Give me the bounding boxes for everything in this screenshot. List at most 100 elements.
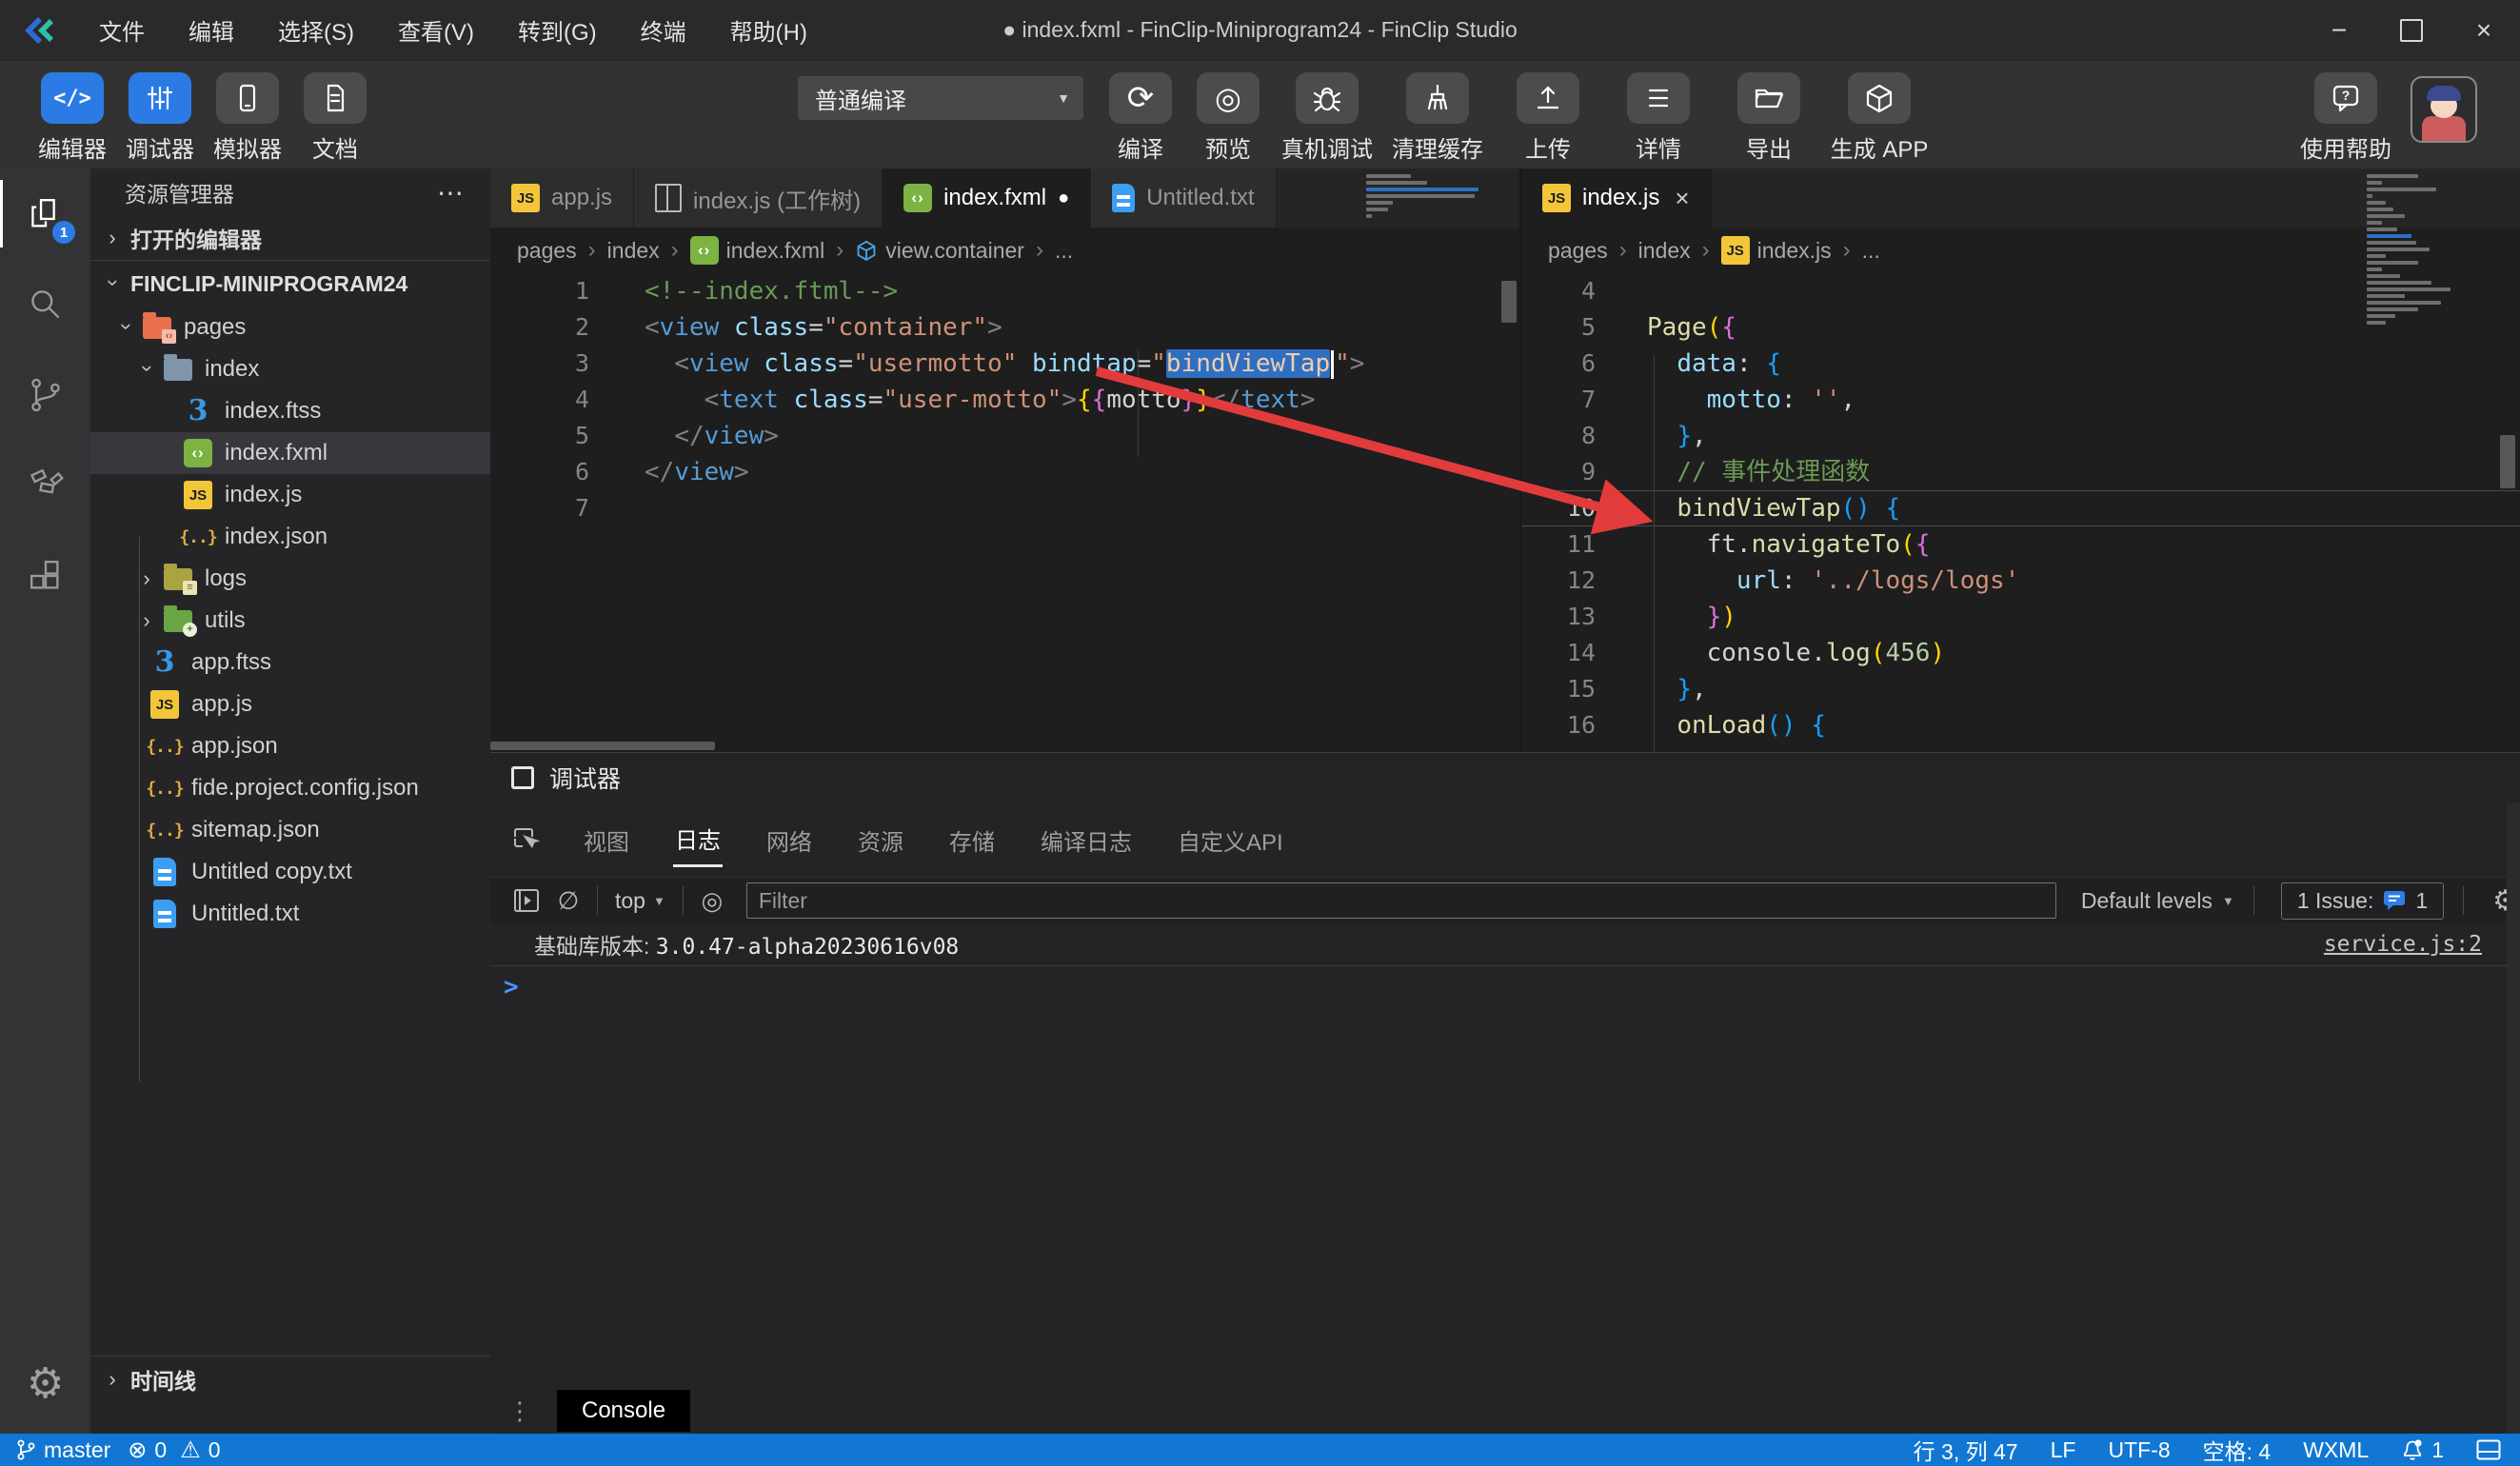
mode-sliders-button[interactable]: 调试器 xyxy=(116,72,204,164)
mode-code-button[interactable]: </>编辑器 xyxy=(29,72,116,164)
tab-index.fxml[interactable]: ‹›index.fxml● xyxy=(883,168,1091,228)
log-source-link[interactable]: service.js:2 xyxy=(2324,932,2482,957)
code-line-14[interactable]: 14 console.log(456) xyxy=(1521,635,2520,671)
mode-phone-button[interactable]: 模拟器 xyxy=(204,72,291,164)
code-line-12[interactable]: 12 url: '../logs/logs' xyxy=(1521,563,2520,599)
breadcrumb-item-pages[interactable]: pages xyxy=(517,238,577,264)
maximize-button[interactable] xyxy=(2375,0,2448,60)
tab-index.js[interactable]: JSindex.js× xyxy=(1521,168,1712,228)
debugger-tab-资源[interactable]: 资源 xyxy=(856,814,905,866)
console-label[interactable]: Console xyxy=(557,1390,690,1432)
tree-item-index[interactable]: ›index xyxy=(90,348,490,390)
tree-item-Untitled.txt[interactable]: Untitled.txt xyxy=(90,893,490,935)
minimap-right[interactable] xyxy=(2367,174,2481,325)
tree-item-sitemap.json[interactable]: {..}sitemap.json xyxy=(90,809,490,851)
code-editor-js[interactable]: 45Page({6 data: {7 motto: '',8 },9 // 事件… xyxy=(1521,273,2520,743)
code-line-6[interactable]: 6 data: { xyxy=(1521,346,2520,382)
code-line-10[interactable]: 10 bindViewTap() { xyxy=(1521,490,2520,526)
action-bug-button[interactable]: 真机调试 xyxy=(1283,72,1371,164)
log-levels-dropdown[interactable]: Default levels ▼ xyxy=(2081,888,2234,914)
user-avatar[interactable] xyxy=(2411,76,2477,143)
activity-components[interactable] xyxy=(0,440,90,530)
status-item-3[interactable]: 空格: 4 xyxy=(2203,1434,2272,1466)
action-upload-button[interactable]: 上传 xyxy=(1504,72,1592,164)
help-button[interactable]: ?使用帮助 xyxy=(2302,72,2390,164)
debugger-tab-自定义API[interactable]: 自定义API xyxy=(1176,814,1285,866)
action-refresh-button[interactable]: ⟳编译 xyxy=(1097,72,1184,164)
menu-编辑[interactable]: 编辑 xyxy=(173,8,249,52)
activity-source-control[interactable] xyxy=(0,349,90,440)
console-sidebar-icon[interactable] xyxy=(506,886,547,915)
breadcrumb-item-index[interactable]: index xyxy=(1638,238,1691,264)
action-box-button[interactable]: 生成 APP xyxy=(1835,72,1923,164)
code-line-11[interactable]: 11 ft.navigateTo({ xyxy=(1521,526,2520,563)
tree-item-app.json[interactable]: {..}app.json xyxy=(90,725,490,767)
tree-item-fide.project.config.json[interactable]: {..}fide.project.config.json xyxy=(90,767,490,809)
code-line-8[interactable]: 8 }, xyxy=(1521,418,2520,454)
debugger-tab-存储[interactable]: 存储 xyxy=(947,814,997,866)
console-prompt-row[interactable]: > xyxy=(490,966,2520,1008)
tree-item-app.ftss[interactable]: 3app.ftss xyxy=(90,642,490,683)
context-dropdown[interactable]: top ▼ xyxy=(605,888,675,914)
tree-item-index.json[interactable]: {..}index.json xyxy=(90,516,490,558)
minimap-left[interactable] xyxy=(1366,174,1490,218)
debugger-tab-编译日志[interactable]: 编译日志 xyxy=(1039,814,1134,866)
debugger-tab-网络[interactable]: 网络 xyxy=(764,814,814,866)
breadcrumb-item-...[interactable]: ... xyxy=(1055,238,1073,264)
minimize-button[interactable]: − xyxy=(2303,0,2375,60)
problems-item[interactable]: ⊗ 0 ⚠ 0 xyxy=(128,1436,220,1464)
code-line-13[interactable]: 13 }) xyxy=(1521,599,2520,635)
code-line-7[interactable]: 7 motto: '', xyxy=(1521,382,2520,418)
close-button[interactable]: × xyxy=(2448,0,2520,60)
menu-选择S[interactable]: 选择(S) xyxy=(263,8,369,52)
menu-查看V[interactable]: 查看(V) xyxy=(383,8,489,52)
notifications-item[interactable]: 1 xyxy=(2401,1437,2444,1463)
menu-文件[interactable]: 文件 xyxy=(84,8,160,52)
code-line-3[interactable]: 3 <view class="usermotto" bindtap="bindV… xyxy=(490,346,1519,382)
explorer-more-icon[interactable]: ⋯ xyxy=(437,177,466,208)
code-line-6[interactable]: 6</view> xyxy=(490,454,1519,490)
timeline-section[interactable]: › 时间线 xyxy=(90,1356,490,1401)
debugger-tab-日志[interactable]: 日志 xyxy=(673,812,723,867)
tree-item-Untitled copy.txt[interactable]: Untitled copy.txt xyxy=(90,851,490,893)
breadcrumb-item-view.container[interactable]: view.container xyxy=(855,238,1024,264)
code-line-15[interactable]: 15 }, xyxy=(1521,671,2520,707)
code-line-4[interactable]: 4 <text class="user-motto">{{motto}}</te… xyxy=(490,382,1519,418)
breadcrumb-item-index.fxml[interactable]: ‹›index.fxml xyxy=(690,236,825,265)
kebab-menu-icon[interactable]: ⋮ xyxy=(507,1397,532,1426)
close-icon[interactable]: × xyxy=(1675,184,1689,213)
code-line-16[interactable]: 16 onLoad() { xyxy=(1521,707,2520,743)
vertical-scrollbar[interactable] xyxy=(2500,435,2515,488)
code-line-2[interactable]: 2<view class="container"> xyxy=(490,309,1519,346)
breadcrumb-left[interactable]: pages›index›‹›index.fxml›view.container›… xyxy=(490,228,1519,273)
vertical-scrollbar[interactable] xyxy=(1501,281,1517,323)
code-line-9[interactable]: 9 // 事件处理函数 xyxy=(1521,454,2520,490)
project-root-section[interactable]: › FINCLIP-MINIPROGRAM24 xyxy=(90,261,490,307)
tree-item-index.ftss[interactable]: 3index.ftss xyxy=(90,390,490,432)
debugger-tab-视图[interactable]: 视图 xyxy=(582,814,631,866)
mode-docpage-button[interactable]: 文档 xyxy=(291,72,379,164)
breadcrumb-item-pages[interactable]: pages xyxy=(1548,238,1608,264)
git-branch-item[interactable]: master xyxy=(15,1437,110,1463)
tree-item-pages[interactable]: ›‹›pages xyxy=(90,307,490,348)
horizontal-scrollbar[interactable] xyxy=(490,742,715,750)
filter-input[interactable] xyxy=(746,882,2056,919)
clear-console-icon[interactable]: ∅ xyxy=(547,886,589,916)
breadcrumb-item-index[interactable]: index xyxy=(607,238,660,264)
tree-item-app.js[interactable]: JSapp.js xyxy=(90,683,490,725)
panel-scrollbar[interactable] xyxy=(2507,802,2520,1435)
code-line-1[interactable]: 1<!--index.ftml--> xyxy=(490,273,1519,309)
status-item-4[interactable]: WXML xyxy=(2303,1437,2369,1463)
status-item-0[interactable]: 行 3, 列 47 xyxy=(1914,1434,2018,1466)
code-line-7[interactable]: 7 xyxy=(490,490,1519,526)
breadcrumb-item-...[interactable]: ... xyxy=(1862,238,1880,264)
settings-gear-icon[interactable]: ⚙ xyxy=(0,1350,90,1416)
activity-explorer[interactable]: 1 xyxy=(0,168,90,259)
tree-item-logs[interactable]: ›≡logs xyxy=(90,558,490,600)
menu-帮助H[interactable]: 帮助(H) xyxy=(715,8,823,52)
compile-mode-select[interactable]: 普通编译 ▼ xyxy=(798,76,1083,120)
action-folderx-button[interactable]: 导出 xyxy=(1725,72,1813,164)
open-editors-section[interactable]: › 打开的编辑器 xyxy=(90,216,490,261)
breadcrumb-item-index.js[interactable]: JSindex.js xyxy=(1721,236,1832,265)
tree-item-utils[interactable]: ›+utils xyxy=(90,600,490,642)
